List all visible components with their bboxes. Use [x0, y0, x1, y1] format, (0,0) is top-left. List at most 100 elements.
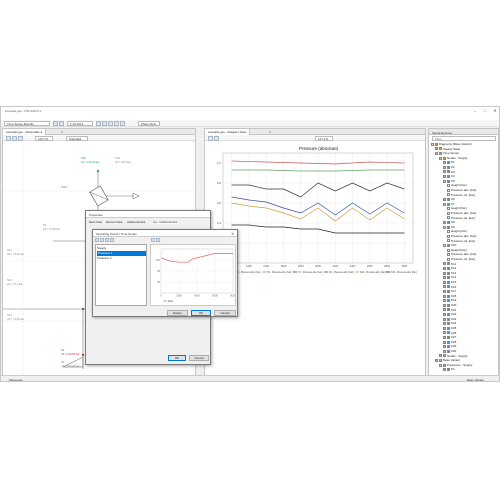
- remove-icon[interactable]: [100, 238, 104, 242]
- expand-icon[interactable]: +: [443, 165, 446, 169]
- collapse-icon[interactable]: -: [439, 156, 442, 160]
- collapse-icon[interactable]: -: [439, 363, 442, 367]
- date-select[interactable]: 1.10.2014: [67, 121, 93, 126]
- expand-icon[interactable]: +: [443, 349, 446, 353]
- expand-icon[interactable]: +: [443, 280, 446, 284]
- expand-icon[interactable]: +: [443, 271, 446, 275]
- tab-basic-data[interactable]: Basic Data: [89, 221, 102, 224]
- checkbox-icon[interactable]: [447, 188, 450, 192]
- expand-icon[interactable]: +: [443, 368, 446, 372]
- node-marker[interactable]: [81, 307, 85, 311]
- collapse-icon[interactable]: -: [431, 142, 434, 146]
- collapse-icon[interactable]: -: [443, 202, 446, 206]
- expand-icon[interactable]: +: [443, 170, 446, 174]
- step-icon[interactable]: [96, 121, 101, 126]
- collapse-icon[interactable]: -: [443, 243, 446, 247]
- pointer-icon[interactable]: [208, 135, 213, 141]
- close-button[interactable]: ✕: [491, 108, 499, 113]
- node-label: N3: [61, 361, 65, 364]
- expand-icon[interactable]: +: [439, 354, 442, 358]
- minimize-button[interactable]: –: [471, 108, 479, 113]
- checkbox-icon[interactable]: [447, 239, 450, 243]
- properties-cancel-button[interactable]: Cancel: [189, 355, 209, 361]
- messages-tab[interactable]: Messages: [9, 378, 23, 382]
- table-icon[interactable]: [151, 238, 155, 242]
- pointer-icon[interactable]: [6, 135, 11, 141]
- expand-icon[interactable]: +: [443, 266, 446, 270]
- expand-icon[interactable]: +: [443, 303, 446, 307]
- play-icon[interactable]: [53, 121, 58, 126]
- expand-icon[interactable]: +: [443, 161, 446, 165]
- time-series-cancel-button[interactable]: Cancel: [214, 310, 236, 316]
- expand-icon[interactable]: +: [443, 299, 446, 303]
- node-marker[interactable]: [81, 353, 85, 357]
- list-item[interactable]: Pressure 2: [97, 256, 146, 261]
- checkbox-icon[interactable]: [447, 216, 450, 220]
- checkbox-icon[interactable]: [447, 234, 450, 238]
- expand-icon[interactable]: +: [443, 340, 446, 344]
- forward-icon[interactable]: [102, 121, 107, 126]
- pressure-chart[interactable]: 1,00,80,60,40,21000120014001600180020002…: [205, 151, 425, 276]
- expand-icon[interactable]: +: [435, 147, 438, 151]
- expand-icon[interactable]: +: [443, 294, 446, 298]
- expand-icon[interactable]: +: [443, 289, 446, 293]
- expand-icon[interactable]: +: [443, 262, 446, 266]
- compressor-station[interactable]: [89, 185, 109, 207]
- time-series-dialog-close-icon[interactable]: ✕: [231, 232, 234, 236]
- checkbox-icon[interactable]: [447, 248, 450, 252]
- expand-icon[interactable]: +: [443, 317, 446, 321]
- checkbox-icon[interactable]: [447, 184, 450, 188]
- diagram-zoom-select[interactable]: 127,1%: [315, 135, 333, 141]
- checkbox-icon[interactable]: [447, 257, 450, 261]
- zoom-icon[interactable]: [214, 135, 219, 141]
- tree-item[interactable]: + K1: [443, 367, 455, 372]
- expand-icon[interactable]: +: [443, 308, 446, 312]
- checkbox-icon[interactable]: [447, 207, 450, 211]
- back-icon[interactable]: [59, 121, 64, 126]
- expand-icon[interactable]: +: [443, 326, 446, 330]
- expand-icon[interactable]: +: [443, 276, 446, 280]
- folder-icon: [439, 358, 442, 362]
- node-value: pS = 73,06 bar: [7, 318, 25, 321]
- stroke-select[interactable]: Pfeile Stoß: [138, 121, 160, 126]
- expand-icon[interactable]: +: [443, 174, 446, 178]
- time-series-chart[interactable]: 100 95 90 0 2000 4000 6000 8000 Wert: [150, 244, 236, 306]
- schematic-zoom-select[interactable]: 100,7%: [35, 135, 53, 141]
- zoom-icon[interactable]: [18, 135, 23, 141]
- end-icon[interactable]: [108, 121, 113, 126]
- pan-icon[interactable]: [12, 135, 17, 141]
- maximize-button[interactable]: □: [481, 108, 489, 113]
- copy-icon[interactable]: [105, 238, 109, 242]
- expand-icon[interactable]: +: [435, 358, 438, 362]
- add-icon[interactable]: [95, 238, 99, 242]
- expand-icon[interactable]: +: [443, 331, 446, 335]
- properties-ok-button[interactable]: OK: [168, 355, 186, 361]
- filter-input[interactable]: [432, 136, 496, 141]
- series-select[interactable]: Time Series Results: [4, 121, 50, 126]
- time-series-ok-button[interactable]: OK: [191, 310, 211, 316]
- collapse-icon[interactable]: -: [435, 151, 438, 155]
- expand-icon[interactable]: +: [443, 322, 446, 326]
- expand-icon[interactable]: +: [443, 345, 446, 349]
- checkbox-icon[interactable]: [447, 193, 450, 197]
- chart-icon[interactable]: [156, 238, 160, 242]
- delete-button[interactable]: Delete: [167, 310, 188, 316]
- expand-icon[interactable]: +: [443, 285, 446, 289]
- checkbox-icon[interactable]: [447, 211, 450, 215]
- checkbox-icon[interactable]: [447, 253, 450, 257]
- node-marker[interactable]: [96, 169, 100, 173]
- tab-dyn-additional-data[interactable]: Dyn. Additional Data: [152, 221, 179, 224]
- record-icon[interactable]: [114, 121, 119, 126]
- tab-element-data[interactable]: Element Data: [106, 221, 122, 224]
- collapse-icon[interactable]: -: [443, 225, 446, 229]
- expand-icon[interactable]: +: [443, 312, 446, 316]
- collapse-icon[interactable]: -: [443, 179, 446, 183]
- expand-icon[interactable]: +: [443, 335, 446, 339]
- expand-icon[interactable]: +: [443, 220, 446, 224]
- tab-additional-data[interactable]: Additional Data: [127, 221, 145, 224]
- loop-icon[interactable]: [120, 121, 125, 126]
- checkbox-icon[interactable]: [447, 230, 450, 234]
- schematic-style-select[interactable]: Standard: [66, 135, 88, 141]
- expand-icon[interactable]: +: [443, 197, 446, 201]
- paste-icon[interactable]: [110, 238, 114, 242]
